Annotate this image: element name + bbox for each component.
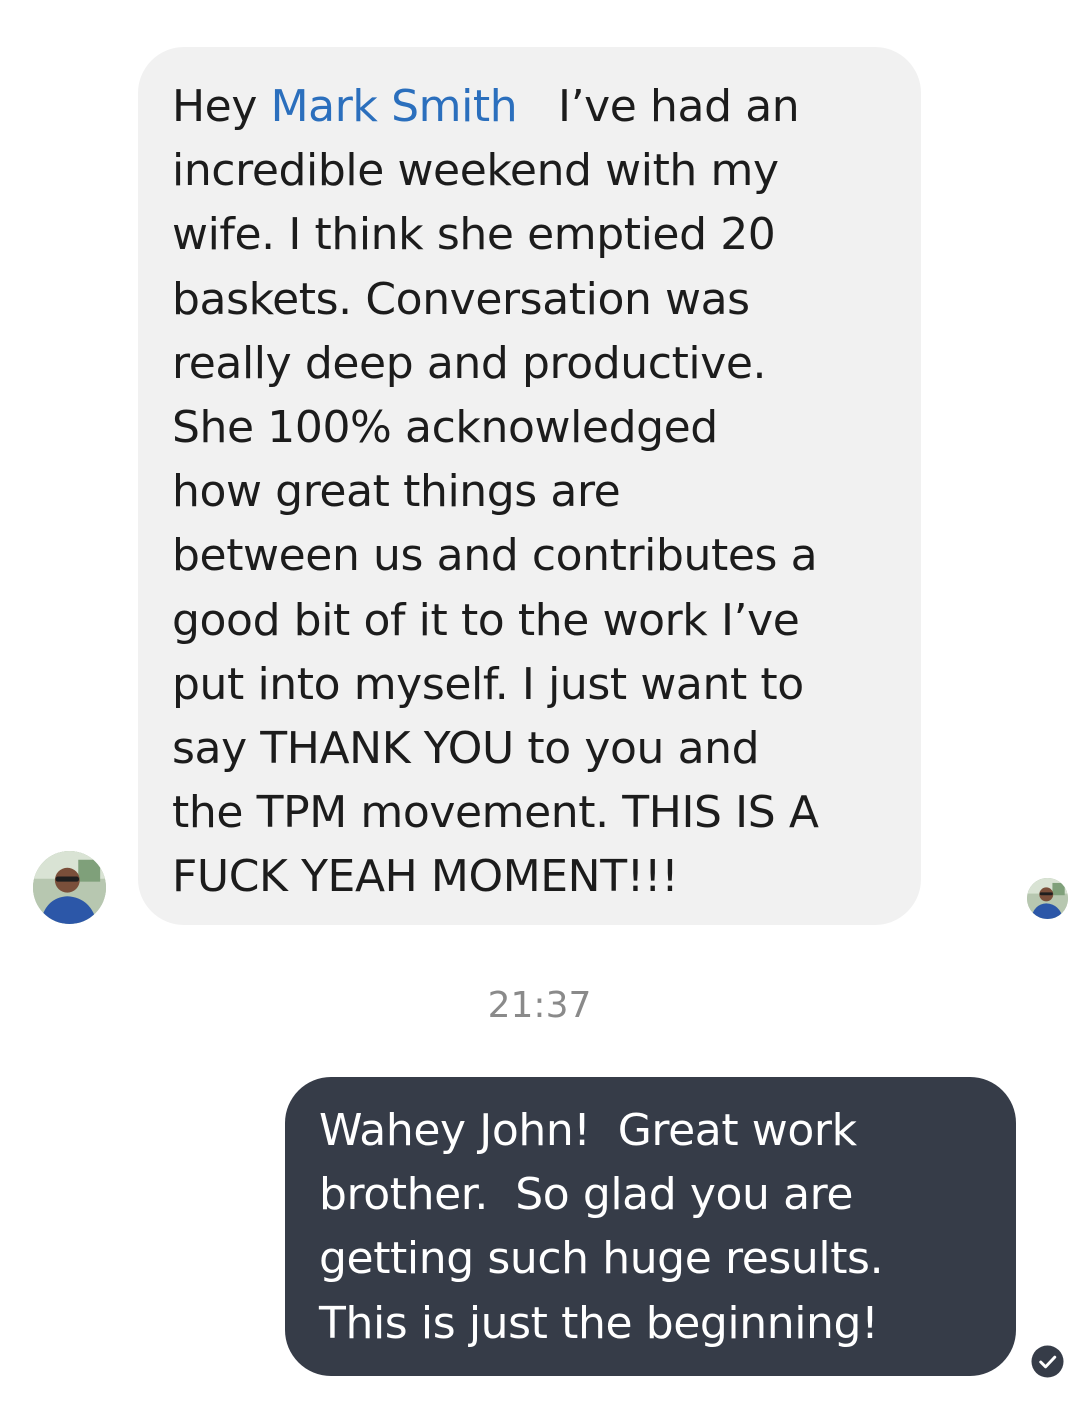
person-photo-icon	[33, 851, 106, 924]
message-text-line: FUCK YEAH MOMENT!!!	[172, 851, 679, 903]
message-text-line: the TPM movement. THIS IS A	[172, 787, 819, 839]
message-text-line: wife. I think she emptied 20	[172, 209, 776, 261]
message-text-line: incredible weekend with my	[172, 145, 779, 197]
outgoing-message-bubble[interactable]: Wahey John! Great work brother. So glad …	[285, 1077, 1016, 1376]
message-text-line: getting such huge results.	[319, 1233, 884, 1285]
message-text-line: This is just the beginning!	[319, 1297, 879, 1349]
message-text-line: say THANK YOU to you and	[172, 723, 760, 775]
message-text-line: brother. So glad you are	[319, 1169, 854, 1221]
message-text-line: baskets. Conversation was	[172, 273, 750, 325]
message-text-line: Wahey John! Great work	[319, 1105, 857, 1156]
message-text-line: good bit of it to the work I’ve	[172, 594, 800, 646]
contact-avatar[interactable]	[33, 851, 106, 924]
message-text: I’ve had an	[517, 81, 800, 132]
delivered-check-icon	[1031, 1345, 1064, 1378]
message-timestamp: 21:37	[487, 985, 592, 1026]
message-text-line: between us and contributes a	[172, 530, 818, 582]
mention-link[interactable]: Mark Smith	[271, 81, 518, 132]
incoming-message-bubble[interactable]: Hey Mark Smith I’ve had an incredible we…	[138, 47, 921, 925]
greeting-text: Hey	[172, 81, 271, 132]
message-text-line: Hey Mark Smith I’ve had an	[172, 75, 901, 139]
message-text-line: really deep and productive.	[172, 337, 767, 389]
seen-by-avatar	[1027, 878, 1068, 919]
message-text-line: put into myself. I just want to	[172, 658, 804, 710]
message-text-line: how great things are	[172, 466, 621, 518]
message-text-line: She 100% acknowledged	[172, 402, 718, 454]
person-photo-icon	[1027, 878, 1068, 919]
